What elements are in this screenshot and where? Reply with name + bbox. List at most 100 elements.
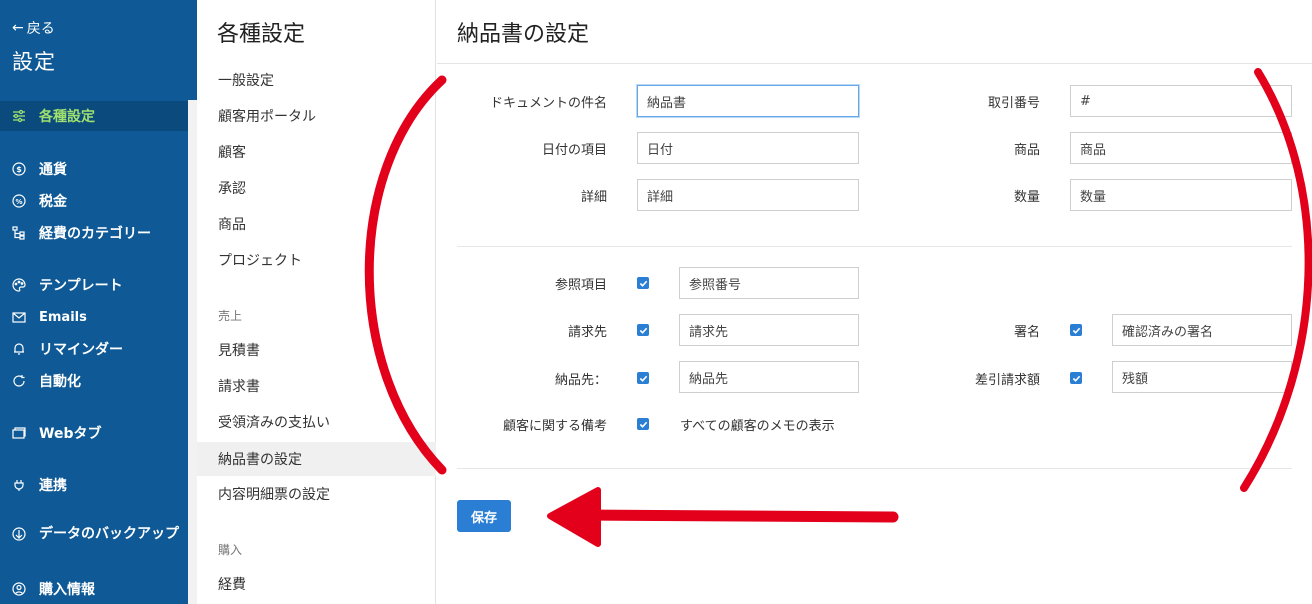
hierarchy-icon (12, 226, 26, 240)
sidebar-item-label: 税金 (39, 194, 67, 210)
arrow-left-icon: ← (12, 20, 24, 36)
settings-group-purchase: 購入 (218, 543, 243, 557)
details-label: 詳細 (580, 190, 607, 205)
balance-checkbox[interactable] (1070, 372, 1082, 384)
bill-to-checkbox[interactable] (637, 324, 649, 336)
bill-to-label: 請求先 (567, 325, 607, 340)
sidebar-item-label: Webタブ (39, 426, 102, 442)
sidebar-item-label: データのバックアップ (39, 526, 179, 542)
settings-sidebar: ← 戻る 設定 各種設定 $ 通貨 % 税金 経費のカテゴリー テンプレート E… (0, 0, 188, 604)
transaction-no-input[interactable] (1070, 85, 1292, 117)
sidebar-item-templates[interactable]: テンプレート (0, 270, 188, 300)
settings-group-sales: 売上 (218, 309, 243, 323)
user-circle-icon (12, 582, 26, 596)
product-input[interactable] (1070, 132, 1292, 164)
bell-icon (12, 342, 26, 356)
check-icon (1072, 375, 1080, 382)
quantity-label: 数量 (1013, 190, 1040, 205)
bill-to-input[interactable] (679, 314, 859, 346)
backup-icon (12, 527, 26, 541)
sidebar-item-automation[interactable]: 自動化 (0, 366, 188, 396)
palette-icon (12, 278, 26, 292)
ship-to-label: 納品先： (554, 373, 607, 388)
settings-item-estimates[interactable]: 見積書 (197, 333, 436, 367)
settings-item-products[interactable]: 商品 (197, 207, 436, 241)
svg-text:%: % (15, 198, 22, 206)
sidebar-item-currency[interactable]: $ 通貨 (0, 154, 188, 184)
sidebar-item-label: 購入情報 (39, 582, 95, 598)
mail-icon (12, 310, 26, 324)
signature-input[interactable] (1112, 314, 1292, 346)
signature-label: 署名 (1013, 325, 1040, 340)
svg-text:$: $ (16, 165, 22, 174)
signature-checkbox[interactable] (1070, 324, 1082, 336)
details-input[interactable] (637, 179, 859, 211)
sidebar-item-purchase-info[interactable]: 購入情報 (0, 574, 188, 604)
sidebar-item-expense-categories[interactable]: 経費のカテゴリー (0, 218, 188, 248)
sidebar-item-label: 連携 (39, 478, 67, 494)
sidebar-edge (188, 0, 197, 100)
balance-input[interactable] (1112, 361, 1292, 393)
settings-item-approvals[interactable]: 承認 (197, 171, 436, 205)
sidebar-item-web-tabs[interactable]: Webタブ (0, 418, 188, 448)
sliders-icon (12, 109, 26, 123)
sidebar-item-label: 各種設定 (39, 109, 95, 125)
settings-list-title: 各種設定 (217, 22, 306, 47)
tabs-icon (12, 426, 26, 440)
ship-to-input[interactable] (679, 361, 859, 393)
dollar-circle-icon: $ (12, 162, 26, 176)
settings-item-payments-received[interactable]: 受領済みの支払い (197, 405, 436, 439)
transaction-no-label: 取引番号 (987, 96, 1040, 111)
date-field-input[interactable] (637, 132, 859, 164)
settings-list-panel: 各種設定 一般設定 顧客用ポータル 顧客 承認 商品 プロジェクト 売上 見積書… (197, 0, 436, 604)
product-label: 商品 (1013, 143, 1040, 158)
reference-label: 参照項目 (554, 278, 607, 293)
save-button[interactable]: 保存 (457, 500, 511, 532)
percent-circle-icon: % (12, 194, 26, 208)
sidebar-item-label: 通貨 (39, 162, 67, 178)
check-icon (639, 375, 647, 382)
doc-subject-label: ドキュメントの件名 (489, 96, 607, 111)
sidebar-item-reminders[interactable]: リマインダー (0, 334, 188, 364)
settings-item-projects[interactable]: プロジェクト (197, 243, 436, 277)
back-link[interactable]: ← 戻る (12, 18, 55, 38)
sidebar-item-label: 経費のカテゴリー (39, 226, 151, 242)
sidebar-item-data-backup[interactable]: データのバックアップ (0, 524, 188, 568)
customer-notes-label: 顧客に関する備考 (502, 419, 607, 434)
sidebar-edge-gutter (188, 100, 197, 604)
sidebar-item-general-settings[interactable]: 各種設定 (0, 101, 188, 131)
delivery-note-settings-panel: 納品書の設定 ドキュメントの件名 日付の項目 詳細 取引番号 商品 数量 参照項… (437, 0, 1312, 604)
sidebar-item-label: 自動化 (39, 374, 81, 390)
settings-item-invoices[interactable]: 請求書 (197, 369, 436, 403)
ship-to-checkbox[interactable] (637, 372, 649, 384)
sidebar-item-integrations[interactable]: 連携 (0, 470, 188, 500)
reference-checkbox[interactable] (637, 277, 649, 289)
sidebar-title: 設定 (12, 50, 56, 74)
settings-item-customers[interactable]: 顧客 (197, 135, 436, 169)
check-icon (1072, 327, 1080, 334)
check-icon (639, 327, 647, 334)
main-header: 納品書の設定 (437, 0, 1312, 64)
settings-item-statements[interactable]: 内容明細票の設定 (197, 477, 436, 511)
back-label: 戻る (26, 21, 55, 37)
check-icon (639, 421, 647, 428)
settings-item-customer-portal[interactable]: 顧客用ポータル (197, 99, 436, 133)
sidebar-item-label: テンプレート (39, 278, 123, 294)
sidebar-item-label: Emails (39, 309, 87, 325)
quantity-input[interactable] (1070, 179, 1292, 211)
page-title: 納品書の設定 (457, 22, 590, 47)
sidebar-item-emails[interactable]: Emails (0, 302, 188, 332)
sidebar-item-label: リマインダー (39, 342, 123, 358)
reference-input[interactable] (679, 267, 859, 299)
doc-subject-input[interactable] (637, 85, 859, 117)
sidebar-item-taxes[interactable]: % 税金 (0, 186, 188, 216)
settings-item-general[interactable]: 一般設定 (197, 63, 436, 97)
date-field-label: 日付の項目 (541, 143, 607, 158)
customer-notes-text: すべての顧客のメモの表示 (680, 419, 835, 434)
balance-label: 差引請求額 (974, 373, 1040, 388)
settings-item-delivery-notes[interactable]: 納品書の設定 (197, 442, 436, 476)
settings-item-expenses[interactable]: 経費 (197, 567, 436, 601)
app-window: ← 戻る 設定 各種設定 $ 通貨 % 税金 経費のカテゴリー テンプレート E… (0, 0, 1312, 604)
refresh-icon (12, 374, 26, 388)
customer-notes-checkbox[interactable] (637, 418, 649, 430)
